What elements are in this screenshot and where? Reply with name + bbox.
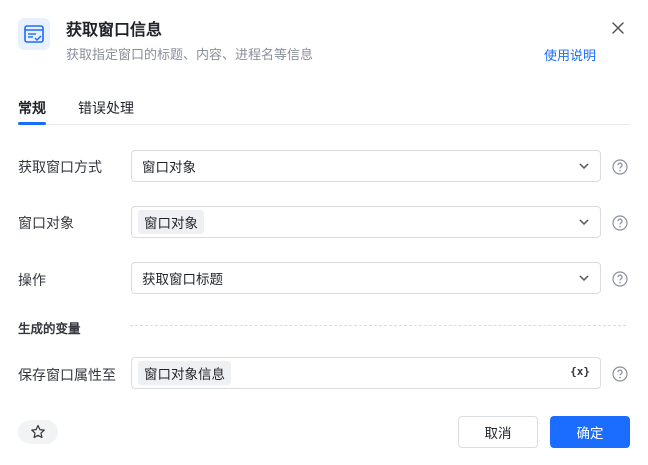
method-label: 获取窗口方式 [18, 160, 102, 176]
method-select[interactable]: 窗口对象 [131, 150, 601, 182]
chevron-down-icon [579, 219, 589, 226]
question-circle-icon[interactable] [612, 366, 628, 382]
variable-picker-button[interactable]: {x} [570, 365, 590, 378]
method-value: 窗口对象 [142, 160, 196, 176]
help-link[interactable]: 使用说明 [544, 45, 596, 64]
question-circle-icon[interactable] [612, 159, 628, 175]
question-circle-icon[interactable] [612, 271, 628, 287]
chevron-down-icon [579, 163, 589, 170]
window-object-label: 窗口对象 [18, 216, 74, 232]
operation-select[interactable]: 获取窗口标题 [131, 262, 601, 294]
star-icon [31, 424, 45, 439]
cancel-button[interactable]: 取消 [458, 416, 538, 448]
close-icon[interactable] [608, 18, 628, 38]
operation-value: 获取窗口标题 [142, 272, 223, 288]
section-divider [130, 325, 626, 326]
save-to-chip: 窗口对象信息 [138, 361, 231, 385]
window-object-chip: 窗口对象 [138, 210, 204, 234]
confirm-button[interactable]: 确定 [550, 416, 630, 448]
operation-label: 操作 [18, 273, 46, 289]
chevron-down-icon [579, 275, 589, 282]
favorite-button[interactable] [18, 420, 58, 444]
output-section-title: 生成的变量 [18, 321, 81, 336]
dialog-title: 获取窗口信息 [66, 20, 163, 39]
window-object-select[interactable]: 窗口对象 [131, 206, 601, 238]
save-to-input[interactable]: 窗口对象信息 {x} [131, 357, 601, 389]
question-circle-icon[interactable] [612, 215, 628, 231]
save-to-label: 保存窗口属性至 [18, 368, 116, 384]
tab-error-handling[interactable]: 错误处理 [78, 98, 134, 118]
active-tab-indicator [18, 122, 46, 125]
tab-general[interactable]: 常规 [18, 98, 46, 118]
window-info-icon [18, 18, 50, 50]
tab-bar: 常规 错误处理 [18, 98, 630, 125]
dialog-subtitle: 获取指定窗口的标题、内容、进程名等信息 [66, 48, 314, 63]
